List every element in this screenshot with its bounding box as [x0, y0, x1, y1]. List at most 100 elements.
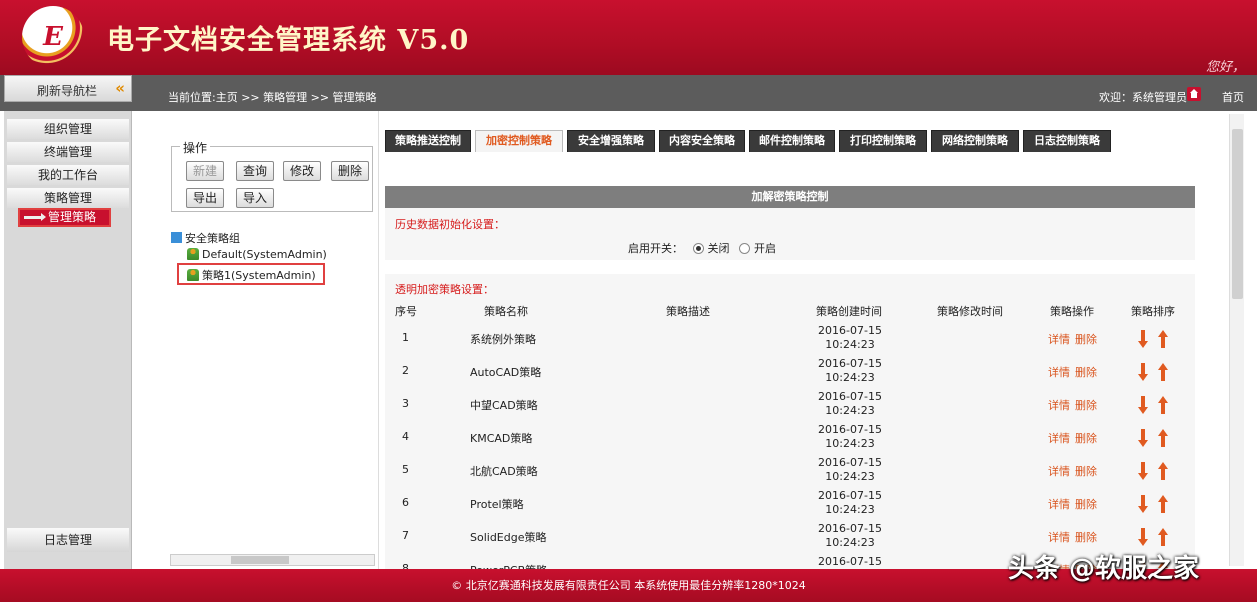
- folder-home-icon: [171, 232, 182, 243]
- query-button[interactable]: 查询: [236, 161, 275, 181]
- tab-security-enhance[interactable]: 安全增强策略: [567, 130, 655, 152]
- detail-link[interactable]: 详情: [1048, 496, 1070, 512]
- delete-link[interactable]: 删除: [1075, 529, 1097, 545]
- tree-root-label: 安全策略组: [185, 232, 240, 245]
- logo-icon: E: [22, 6, 84, 68]
- operations-legend: 操作: [180, 139, 211, 156]
- radio-on-label: 开启: [754, 242, 776, 255]
- panel-title: 加解密策略控制: [385, 186, 1195, 208]
- history-section: [385, 208, 1195, 260]
- detail-link[interactable]: 详情: [1048, 463, 1070, 479]
- delete-link[interactable]: 删除: [1075, 331, 1097, 347]
- tree-node-default[interactable]: Default(SystemAdmin): [187, 248, 327, 261]
- detail-link[interactable]: 详情: [1048, 364, 1070, 380]
- home-icon[interactable]: [1187, 87, 1201, 101]
- move-down-icon[interactable]: [1138, 396, 1148, 414]
- radio-on[interactable]: [739, 243, 750, 254]
- export-button[interactable]: 导出: [186, 188, 225, 208]
- row-created: 2016-07-15 10:24:23: [805, 456, 895, 484]
- enable-switch-row: 启用开关： 关闭 开启: [628, 240, 776, 256]
- sidebar-item-policy[interactable]: 策略管理: [7, 188, 129, 208]
- import-button[interactable]: 导入: [236, 188, 275, 208]
- row-created-time: 10:24:23: [825, 536, 875, 549]
- refresh-nav-button[interactable]: 刷新导航栏 «: [4, 75, 132, 102]
- home-link[interactable]: 首页: [1222, 89, 1244, 105]
- detail-link[interactable]: 详情: [1048, 529, 1070, 545]
- col-header-ops: 策略操作: [1050, 305, 1094, 318]
- move-down-icon[interactable]: [1138, 462, 1148, 480]
- tab-network-control[interactable]: 网络控制策略: [931, 130, 1019, 152]
- tab-mail-control[interactable]: 邮件控制策略: [749, 130, 835, 152]
- tab-log-control[interactable]: 日志控制策略: [1023, 130, 1111, 152]
- move-up-icon[interactable]: [1158, 495, 1168, 513]
- radio-off[interactable]: [692, 243, 704, 254]
- row-created-date: 2016-07-15: [818, 390, 882, 403]
- transparent-section-title: 透明加密策略设置：: [395, 283, 494, 296]
- new-button[interactable]: 新建: [186, 161, 225, 181]
- scroll-thumb[interactable]: [1232, 129, 1243, 299]
- tab-content-security[interactable]: 内容安全策略: [659, 130, 745, 152]
- col-header-modified: 策略修改时间: [937, 305, 1003, 318]
- refresh-nav-label: 刷新导航栏: [37, 84, 98, 98]
- row-created-time: 10:24:23: [825, 338, 875, 351]
- col-header-order: 策略排序: [1131, 305, 1175, 318]
- history-section-title: 历史数据初始化设置：: [395, 218, 505, 231]
- table-row: 2 AutoCAD策略 2016-07-15 10:24:23 详情 删除: [385, 355, 1195, 388]
- row-no: 4: [402, 430, 409, 443]
- row-created-time: 10:24:23: [825, 371, 875, 384]
- row-created-date: 2016-07-15: [818, 357, 882, 370]
- row-created-date: 2016-07-15: [818, 555, 882, 568]
- delete-button[interactable]: 删除: [331, 161, 370, 181]
- sidebar-item-workbench[interactable]: 我的工作台: [7, 165, 129, 185]
- move-down-icon[interactable]: [1138, 363, 1148, 381]
- delete-link[interactable]: 删除: [1075, 496, 1097, 512]
- row-created-date: 2016-07-15: [818, 456, 882, 469]
- row-created-date: 2016-07-15: [818, 489, 882, 502]
- user-group-icon: [187, 248, 199, 260]
- scroll-thumb[interactable]: [231, 556, 289, 564]
- double-chevron-left-icon[interactable]: «: [115, 79, 125, 97]
- tab-encryption-control[interactable]: 加密控制策略: [475, 130, 563, 152]
- modify-button[interactable]: 修改: [283, 161, 322, 181]
- detail-link[interactable]: 详情: [1048, 397, 1070, 413]
- row-no: 8: [402, 562, 409, 569]
- breadcrumb: 当前位置:主页 >> 策略管理 >> 管理策略: [168, 91, 377, 104]
- table-row: 3 中望CAD策略 2016-07-15 10:24:23 详情 删除: [385, 388, 1195, 421]
- table-row: 6 Protel策略 2016-07-15 10:24:23 详情 删除: [385, 487, 1195, 520]
- app-title: 电子文档安全管理系统 V5.0: [107, 25, 470, 56]
- sidebar: 组织管理 终端管理 我的工作台 策略管理 管理策略 日志管理: [4, 111, 132, 569]
- delete-link[interactable]: 删除: [1075, 364, 1097, 380]
- row-created-time: 10:24:23: [825, 503, 875, 516]
- detail-link[interactable]: 详情: [1048, 430, 1070, 446]
- move-down-icon[interactable]: [1138, 495, 1148, 513]
- move-up-icon[interactable]: [1158, 330, 1168, 348]
- sidebar-item-manage-policy[interactable]: 管理策略: [18, 208, 111, 227]
- row-created: 2016-07-15 10:24:23: [805, 390, 895, 418]
- move-up-icon[interactable]: [1158, 528, 1168, 546]
- vertical-scrollbar[interactable]: [1229, 114, 1244, 566]
- sidebar-item-org[interactable]: 组织管理: [7, 119, 129, 139]
- tree-root[interactable]: 安全策略组: [171, 230, 240, 246]
- move-down-icon[interactable]: [1138, 429, 1148, 447]
- row-no: 6: [402, 496, 409, 509]
- table-row: 5 北航CAD策略 2016-07-15 10:24:23 详情 删除: [385, 454, 1195, 487]
- tab-print-control[interactable]: 打印控制策略: [839, 130, 927, 152]
- detail-link[interactable]: 详情: [1048, 331, 1070, 347]
- move-up-icon[interactable]: [1158, 429, 1168, 447]
- move-up-icon[interactable]: [1158, 462, 1168, 480]
- move-up-icon[interactable]: [1158, 396, 1168, 414]
- horizontal-scrollbar[interactable]: [170, 554, 375, 566]
- sidebar-item-terminal[interactable]: 终端管理: [7, 142, 129, 162]
- tab-push-control[interactable]: 策略推送控制: [385, 130, 471, 152]
- delete-link[interactable]: 删除: [1075, 397, 1097, 413]
- row-name: SolidEdge策略: [470, 531, 547, 544]
- row-name: 北航CAD策略: [470, 465, 538, 478]
- delete-link[interactable]: 删除: [1075, 463, 1097, 479]
- delete-link[interactable]: 删除: [1075, 430, 1097, 446]
- row-created-date: 2016-07-15: [818, 324, 882, 337]
- move-up-icon[interactable]: [1158, 363, 1168, 381]
- move-down-icon[interactable]: [1138, 528, 1148, 546]
- move-down-icon[interactable]: [1138, 330, 1148, 348]
- sidebar-item-log[interactable]: 日志管理: [7, 528, 129, 552]
- row-name: KMCAD策略: [470, 432, 533, 445]
